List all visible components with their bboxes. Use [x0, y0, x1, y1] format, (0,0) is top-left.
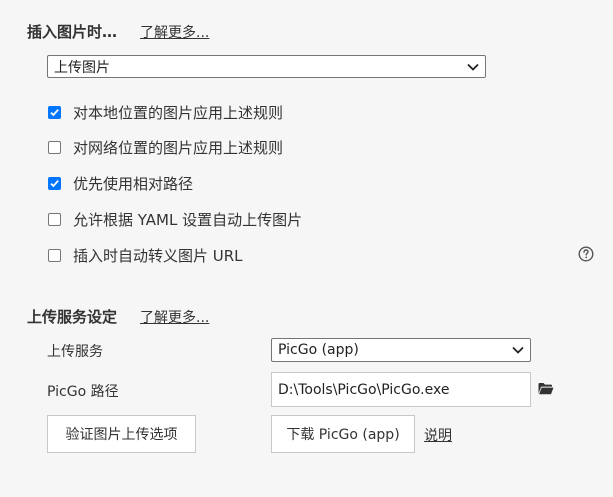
picgo-path-value: D:\Tools\PicGo\PicGo.exe: [278, 381, 450, 398]
option-relative-path[interactable]: 优先使用相对路径: [48, 173, 193, 194]
download-picgo-button[interactable]: 下载 PicGo (app): [271, 415, 415, 453]
option-relative-path-label: 优先使用相对路径: [73, 175, 194, 193]
option-local-images[interactable]: 对本地位置的图片应用上述规则: [48, 102, 283, 123]
option-escape-url[interactable]: 插入时自动转义图片 URL: [48, 245, 243, 266]
upload-section-title: 上传服务设定: [27, 308, 118, 326]
checkbox-network-images[interactable]: [48, 141, 61, 154]
picgo-path-input[interactable]: D:\Tools\PicGo\PicGo.exe: [271, 372, 531, 407]
option-yaml-auto-upload-label: 允许根据 YAML 设置自动上传图片: [73, 211, 303, 229]
question-circle-icon[interactable]: [578, 246, 594, 262]
upload-service-label: 上传服务: [47, 344, 103, 360]
folder-icon[interactable]: [538, 382, 554, 395]
upload-learn-more-link[interactable]: 了解更多...: [140, 307, 209, 327]
upload-service-select[interactable]: PicGo (app): [271, 338, 531, 362]
insert-action-select[interactable]: 上传图片: [47, 55, 486, 78]
insert-section-title: 插入图片时…: [27, 23, 118, 41]
verify-upload-button[interactable]: 验证图片上传选项: [47, 415, 196, 453]
chevron-down-icon: [467, 63, 479, 71]
checkbox-relative-path[interactable]: [48, 177, 61, 190]
upload-service-select-value: PicGo (app): [278, 342, 359, 358]
insert-learn-more-link[interactable]: 了解更多...: [140, 22, 209, 42]
option-local-images-label: 对本地位置的图片应用上述规则: [73, 104, 284, 122]
option-escape-url-label: 插入时自动转义图片 URL: [73, 247, 243, 265]
picgo-path-label: PicGo 路径: [47, 384, 119, 400]
option-yaml-auto-upload[interactable]: 允许根据 YAML 设置自动上传图片: [48, 209, 302, 230]
checkbox-local-images[interactable]: [48, 106, 61, 119]
checkbox-yaml-auto-upload[interactable]: [48, 213, 61, 226]
checkbox-escape-url[interactable]: [48, 249, 61, 262]
option-network-images-label: 对网络位置的图片应用上述规则: [73, 139, 284, 157]
chevron-down-icon: [512, 346, 524, 354]
help-link[interactable]: 说明: [424, 425, 452, 445]
insert-action-select-value: 上传图片: [54, 59, 110, 76]
option-network-images[interactable]: 对网络位置的图片应用上述规则: [48, 137, 283, 158]
